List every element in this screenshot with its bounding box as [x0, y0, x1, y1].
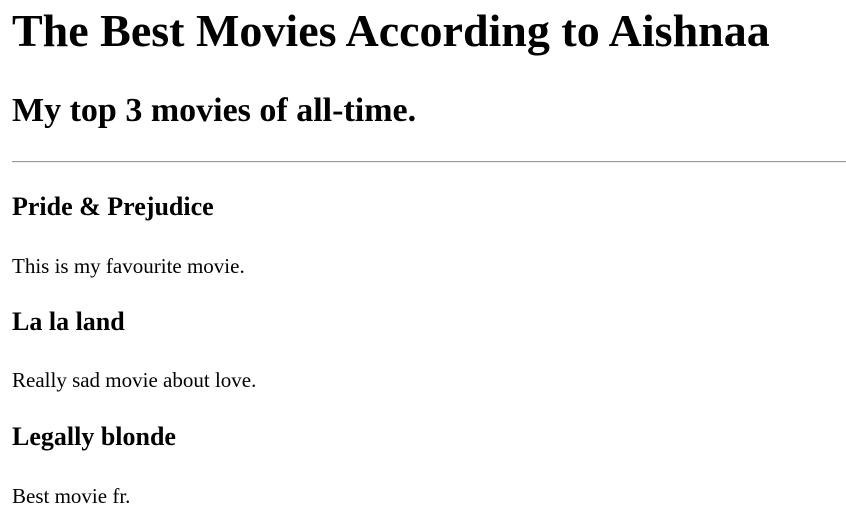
page-subtitle: My top 3 movies of all-time.	[12, 92, 417, 129]
movie-title-3: Legally blonde	[12, 422, 176, 451]
movie-description-3: Best movie fr.	[12, 484, 131, 508]
movie-description-2: Really sad movie about love.	[12, 368, 257, 392]
page-title: The Best Movies According to Aishnaa	[12, 5, 770, 56]
movie-title-1: Pride & Prejudice	[12, 192, 214, 221]
movie-title-2: La la land	[12, 307, 125, 336]
horizontal-divider	[12, 161, 846, 163]
movie-description-1: This is my favourite movie.	[12, 254, 245, 278]
